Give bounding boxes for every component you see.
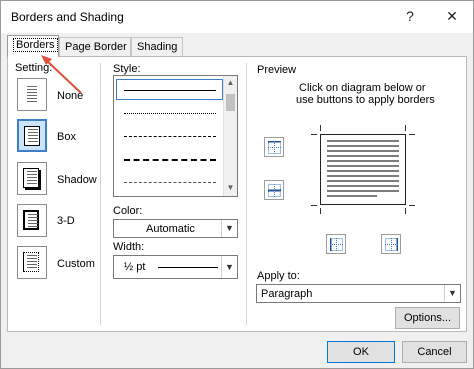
setting-custom-icon[interactable] — [17, 246, 47, 279]
crop-mark — [409, 205, 415, 206]
crop-mark — [405, 208, 406, 214]
chevron-down-icon[interactable]: ▼ — [221, 256, 237, 278]
close-button[interactable]: ✕ — [441, 6, 463, 26]
width-line-sample — [158, 267, 218, 268]
divider-right — [246, 63, 247, 325]
ok-button[interactable]: OK — [327, 341, 395, 363]
ok-button-label: OK — [353, 346, 369, 358]
options-button[interactable]: Options... — [395, 307, 460, 329]
cancel-button-label: Cancel — [417, 346, 452, 358]
apply-to-dropdown[interactable]: Paragraph ▼ — [256, 284, 461, 303]
style-option-dashed-small[interactable] — [124, 136, 216, 137]
setting-box-icon[interactable] — [17, 119, 47, 152]
style-scrollbar[interactable]: ▲ ▼ — [223, 76, 237, 196]
crop-mark — [405, 125, 406, 131]
left-border-button[interactable] — [326, 234, 346, 254]
setting-3d-label[interactable]: 3-D — [57, 215, 75, 227]
tab-shading[interactable]: Shading — [131, 37, 183, 56]
style-option-dashed-large[interactable] — [124, 159, 216, 161]
annotation-arrow-icon — [41, 55, 82, 94]
help-button[interactable]: ? — [399, 6, 421, 26]
style-option-dash-dot[interactable] — [124, 182, 216, 183]
top-border-icon — [268, 141, 281, 154]
borders-and-shading-dialog: Borders and Shading ? ✕ Borders Page Bor… — [0, 0, 474, 369]
top-border-button[interactable] — [264, 137, 284, 157]
apply-to-value: Paragraph — [261, 288, 313, 300]
setting-shadow-icon[interactable] — [17, 162, 47, 195]
scroll-thumb[interactable] — [226, 94, 235, 111]
tab-borders-label: Borders — [13, 38, 58, 52]
preview-hint-line1: Click on diagram below or — [299, 82, 426, 94]
inside-horizontal-border-icon — [268, 184, 281, 197]
color-value: Automatic — [146, 223, 195, 235]
crop-mark — [320, 125, 321, 131]
right-border-icon — [385, 238, 398, 251]
width-label: Width: — [113, 241, 145, 253]
setting-box-label[interactable]: Box — [57, 131, 76, 143]
crop-mark — [320, 208, 321, 214]
color-label: Color: — [113, 205, 143, 217]
left-border-icon — [330, 238, 343, 251]
setting-3d-icon[interactable] — [17, 204, 47, 237]
right-border-button[interactable] — [381, 234, 401, 254]
preview-label: Preview — [257, 64, 297, 76]
style-option-solid[interactable] — [124, 90, 216, 91]
crop-mark — [409, 134, 415, 135]
scroll-down-icon[interactable]: ▼ — [224, 181, 237, 195]
setting-custom-label[interactable]: Custom — [57, 258, 95, 270]
cancel-button[interactable]: Cancel — [402, 341, 467, 363]
width-value: ½ pt — [124, 261, 146, 273]
title-bar: Borders and Shading ? ✕ — [1, 1, 473, 33]
tab-shading-label: Shading — [137, 41, 178, 53]
style-listbox[interactable]: ▲ ▼ — [113, 75, 238, 197]
preview-hint-line2: use buttons to apply borders — [296, 94, 435, 106]
divider-left — [100, 63, 101, 325]
options-button-label: Options... — [403, 312, 452, 324]
apply-to-label: Apply to: — [257, 270, 300, 282]
setting-shadow-label[interactable]: Shadow — [57, 174, 97, 186]
scroll-up-icon[interactable]: ▲ — [224, 76, 237, 90]
preview-diagram[interactable] — [320, 134, 406, 205]
crop-mark — [311, 134, 317, 135]
middle-border-button[interactable] — [264, 180, 284, 200]
chevron-down-icon[interactable]: ▼ — [444, 285, 460, 302]
style-option-dotted[interactable] — [124, 113, 216, 114]
width-dropdown[interactable]: ½ pt ▼ — [113, 255, 238, 279]
chevron-down-icon[interactable]: ▼ — [221, 220, 237, 237]
dialog-title: Borders and Shading — [11, 10, 124, 24]
color-dropdown[interactable]: Automatic ▼ — [113, 219, 238, 238]
crop-mark — [311, 205, 317, 206]
style-label: Style: — [113, 63, 141, 75]
tab-page-border-label: Page Border — [65, 41, 127, 53]
